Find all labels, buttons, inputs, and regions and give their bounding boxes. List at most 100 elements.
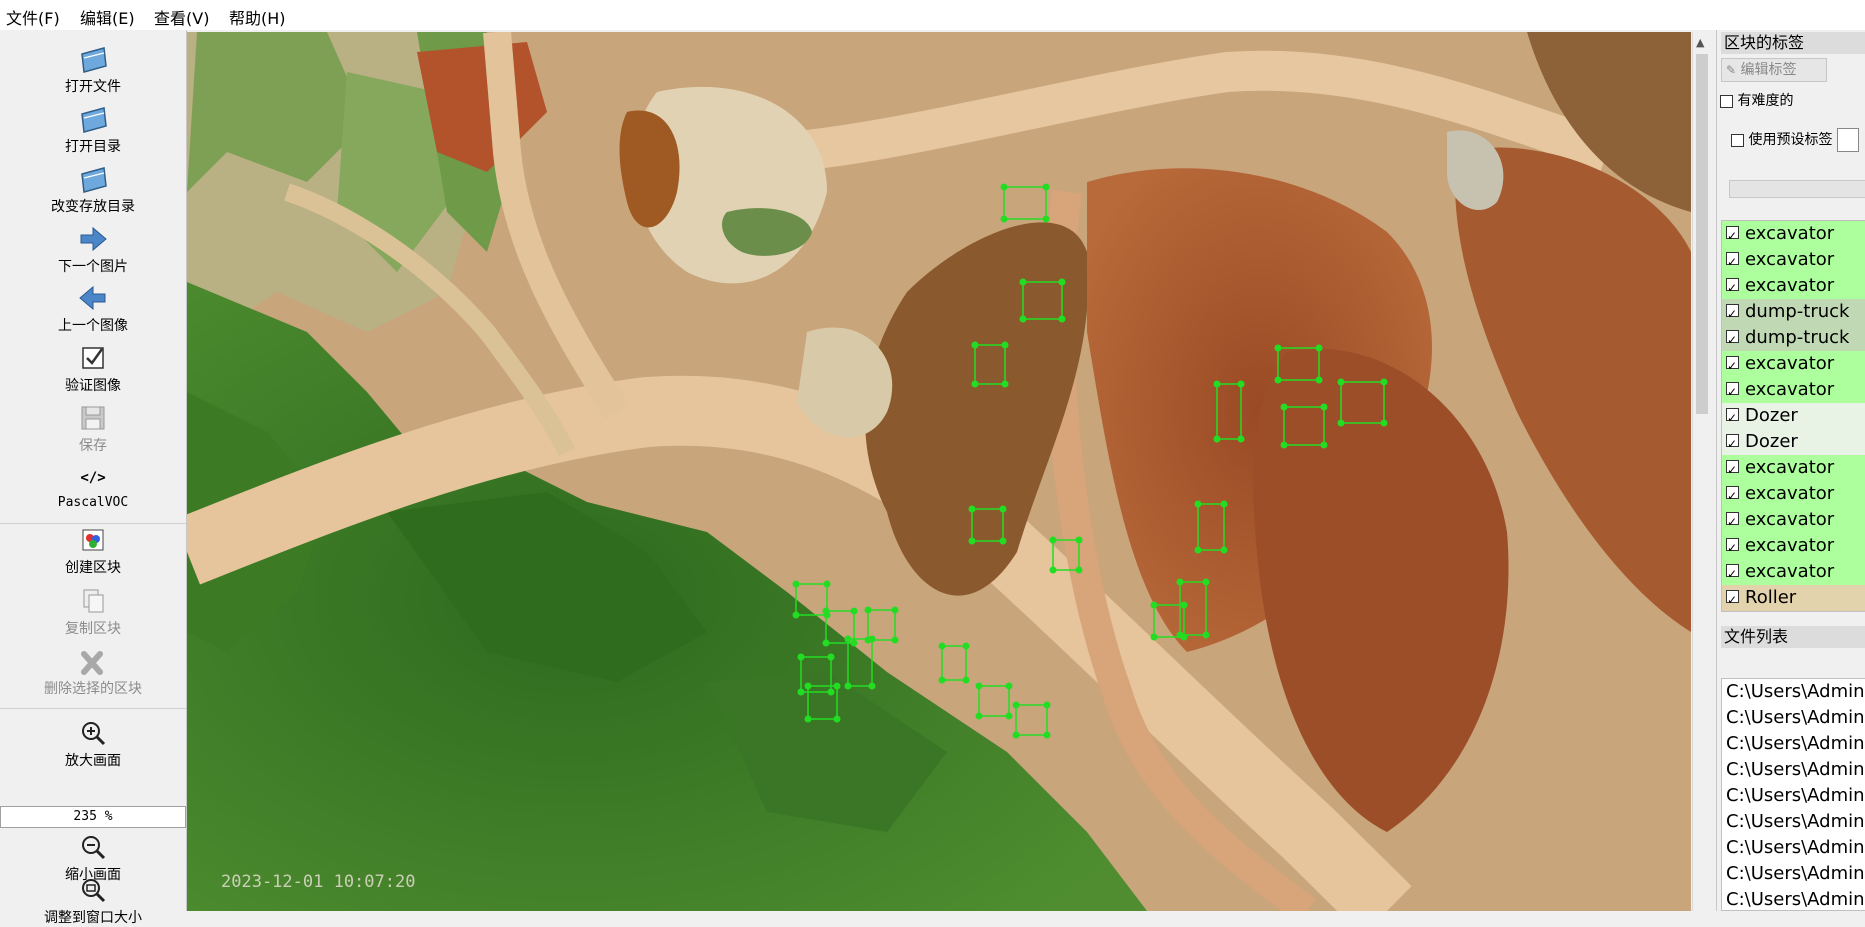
box-corner-handle[interactable] [999,537,1007,545]
bounding-box[interactable] [968,505,1007,545]
box-corner-handle[interactable] [1150,601,1158,609]
box-corner-handle[interactable] [1043,731,1051,739]
box-corner-handle[interactable] [833,715,841,723]
label-visible-checkbox[interactable] [1726,587,1739,611]
box-corner-handle[interactable] [1012,701,1020,709]
create-box-button[interactable]: 创建区块 [0,525,186,577]
label-visible-checkbox[interactable] [1726,405,1739,429]
box-corner-handle[interactable] [1237,435,1245,443]
box-corner-handle[interactable] [971,380,979,388]
box-corner-handle[interactable] [999,505,1007,513]
menu-help[interactable]: 帮助(H) [229,5,286,29]
box-corner-handle[interactable] [850,607,858,615]
label-list-item[interactable]: excavator [1722,455,1865,481]
box-corner-handle[interactable] [1005,682,1013,690]
box-corner-handle[interactable] [971,341,979,349]
label-visible-checkbox[interactable] [1726,327,1739,351]
file-list-item[interactable]: C:\Users\Adminis [1722,757,1865,783]
box-corner-handle[interactable] [797,653,805,661]
box-corner-handle[interactable] [1058,315,1066,323]
zoom-spinbox[interactable]: 235 % [0,806,186,828]
label-list-item[interactable]: excavator [1722,247,1865,273]
box-corner-handle[interactable] [833,682,841,690]
box-corner-handle[interactable] [1075,566,1083,574]
box-corner-handle[interactable] [1005,712,1013,720]
box-corner-handle[interactable] [1213,435,1221,443]
label-list-item[interactable]: excavator [1722,559,1865,585]
label-visible-checkbox[interactable] [1726,353,1739,377]
save-button[interactable]: 保存 [0,403,186,455]
file-list-item[interactable]: C:\Users\Adminis [1722,705,1865,731]
label-visible-checkbox[interactable] [1726,483,1739,507]
default-label-input[interactable] [1836,128,1859,152]
box-corner-handle[interactable] [1320,441,1328,449]
box-corner-handle[interactable] [864,606,872,614]
box-corner-handle[interactable] [1220,546,1228,554]
box-corner-handle[interactable] [891,636,899,644]
use-default-label-option[interactable]: 使用预设标签 [1731,128,1859,152]
box-corner-handle[interactable] [792,611,800,619]
label-visible-checkbox[interactable] [1726,275,1739,299]
box-corner-handle[interactable] [1280,441,1288,449]
delete-box-button[interactable]: 删除选择的区块 [0,646,186,698]
box-corner-handle[interactable] [1280,403,1288,411]
box-corner-handle[interactable] [891,606,899,614]
file-list-item[interactable]: C:\Users\Adminis [1722,887,1865,910]
box-corner-handle[interactable] [1001,380,1009,388]
box-corner-handle[interactable] [850,639,858,647]
bounding-box[interactable] [1049,536,1083,574]
bounding-box[interactable] [938,642,970,684]
label-list-item[interactable]: excavator [1722,221,1865,247]
file-list-item[interactable]: C:\Users\Adminis [1722,809,1865,835]
box-corner-handle[interactable] [1315,344,1323,352]
box-corner-handle[interactable] [1194,500,1202,508]
label-list-item[interactable]: excavator [1722,377,1865,403]
format-button[interactable]: </> PascalVOC [0,463,186,510]
box-corner-handle[interactable] [804,682,812,690]
box-corner-handle[interactable] [975,712,983,720]
label-list-item[interactable]: dump-truck [1722,325,1865,351]
use-default-label-checkbox[interactable] [1731,133,1744,147]
box-corner-handle[interactable] [1337,378,1345,386]
box-corner-handle[interactable] [1049,566,1057,574]
box-corner-handle[interactable] [1202,578,1210,586]
label-list-item[interactable]: excavator [1722,273,1865,299]
verify-image-button[interactable]: 验证图像 [0,343,186,395]
change-save-dir-button[interactable]: 改变存放目录 [0,164,186,216]
file-list-item[interactable]: C:\Users\Adminis [1722,783,1865,809]
box-corner-handle[interactable] [844,682,852,690]
box-corner-handle[interactable] [797,688,805,696]
bounding-box[interactable] [822,607,858,647]
bounding-box[interactable] [1194,500,1228,554]
label-list-item[interactable]: Dozer [1722,429,1865,455]
box-corner-handle[interactable] [1049,536,1057,544]
label-list[interactable]: excavator excavator excavator dump-truck dum… [1721,220,1865,612]
box-corner-handle[interactable] [1202,631,1210,639]
bounding-box[interactable] [971,341,1009,388]
box-corner-handle[interactable] [938,642,946,650]
bounding-box[interactable] [1150,601,1188,641]
box-corner-handle[interactable] [1315,376,1323,384]
fit-window-button[interactable]: 调整到窗口大小 [0,875,186,927]
box-corner-handle[interactable] [1180,601,1188,609]
menu-file[interactable]: 文件(F) [6,5,60,29]
box-corner-handle[interactable] [962,676,970,684]
label-list-item[interactable]: excavator [1722,351,1865,377]
bounding-box[interactable] [804,682,841,723]
bounding-box[interactable] [1012,701,1051,739]
box-corner-handle[interactable] [975,682,983,690]
label-visible-checkbox[interactable] [1726,535,1739,559]
box-corner-handle[interactable] [968,537,976,545]
label-list-item[interactable]: excavator [1722,481,1865,507]
box-corner-handle[interactable] [968,505,976,513]
image-canvas[interactable]: 2023-12-01 10:07:20 [187,32,1691,911]
scroll-up-icon[interactable]: ▲ [1696,36,1704,49]
next-image-button[interactable]: 下一个图片 [0,224,186,276]
label-list-item[interactable]: excavator [1722,533,1865,559]
box-corner-handle[interactable] [1058,278,1066,286]
label-visible-checkbox[interactable] [1726,249,1739,273]
file-list-item[interactable]: C:\Users\Adminis [1722,731,1865,757]
open-dir-button[interactable]: 打开目录 [0,104,186,156]
box-corner-handle[interactable] [1075,536,1083,544]
box-corner-handle[interactable] [1213,380,1221,388]
